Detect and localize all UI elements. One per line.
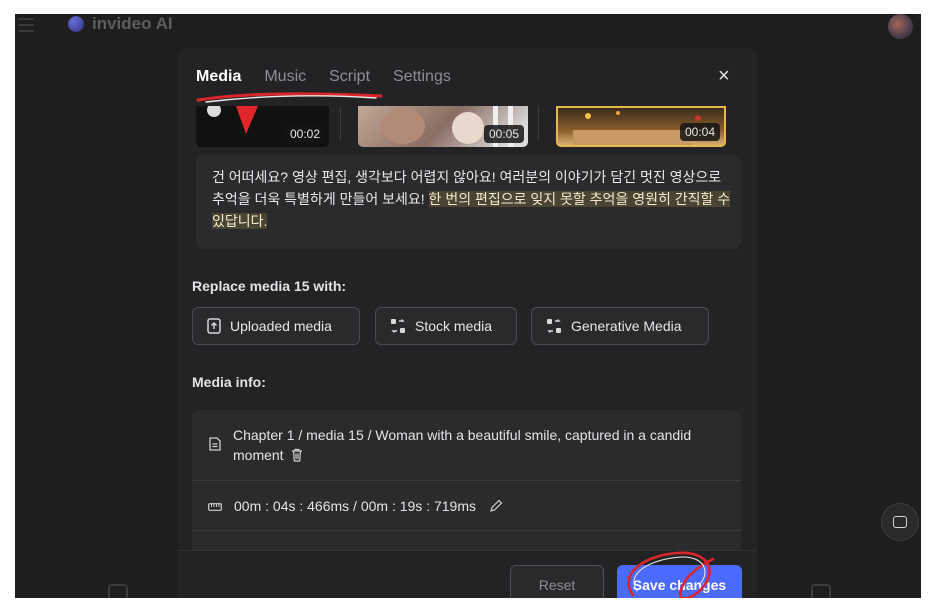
thumbnail-divider [340,106,341,141]
trash-icon[interactable] [291,448,303,462]
tab-settings[interactable]: Settings [393,68,451,86]
media-thumbnail-selected[interactable]: 00:04 [556,106,726,147]
duration-badge: 00:04 [679,123,720,141]
generative-media-label: Generative Media [571,318,682,334]
media-timing: 00m : 04s : 466ms / 00m : 19s : 719ms [234,496,503,516]
swap-icon [391,319,405,333]
stock-media-button[interactable]: Stock media [375,307,517,345]
reset-button[interactable]: Reset [510,565,604,598]
invideo-logo-icon [68,16,84,32]
brand-name: invideo AI [92,14,173,33]
info-divider [192,530,741,531]
avatar[interactable] [888,14,913,39]
close-icon[interactable]: × [718,66,730,86]
uploaded-media-label: Uploaded media [230,318,332,334]
chat-button[interactable] [881,503,919,541]
replace-media-label: Replace media 15 with: [192,278,347,294]
app-window: invideo AI Media Music Script Settings ×… [15,14,921,598]
tab-music[interactable]: Music [264,68,306,86]
media-timing-text: 00m : 04s : 466ms / 00m : 19s : 719ms [234,498,476,514]
brand[interactable]: invideo AI [68,14,173,34]
uploaded-media-button[interactable]: Uploaded media [192,307,360,345]
script-panel[interactable]: 건 어떠세요? 영상 편집, 생각보다 어렵지 않아요! 여러분의 이야기가 담… [196,155,741,249]
modal-footer: Reset Save changes [178,550,757,598]
pencil-icon[interactable] [489,499,503,513]
menu-icon[interactable] [18,18,34,32]
edit-media-modal: Media Music Script Settings × 00:02 00:0… [178,48,757,598]
tab-media[interactable]: Media [196,68,241,86]
script-text: 건 어떠세요? 영상 편집, 생각보다 어렵지 않아요! 여러분의 이야기가 담… [212,166,732,232]
info-divider [192,480,741,481]
ruler-icon [208,503,222,511]
media-thumbnail[interactable]: 00:05 [358,106,528,147]
workspace-icon[interactable] [108,584,128,598]
chat-bubble-icon [893,516,907,528]
modal-tabs: Media Music Script Settings [196,68,451,86]
upload-icon [207,318,221,334]
media-strip: 00:02 00:05 00:04 [196,106,741,147]
swap-icon [547,319,561,333]
duration-badge: 00:02 [284,125,325,143]
media-info-label: Media info: [192,374,266,390]
media-thumbnail[interactable]: 00:02 [196,106,329,147]
generative-media-button[interactable]: Generative Media [531,307,709,345]
stock-media-label: Stock media [415,318,493,334]
tab-script[interactable]: Script [329,68,370,86]
media-description: Chapter 1 / media 15 / Woman with a beau… [233,425,728,465]
red-pen-circle [627,551,715,598]
chat-icon[interactable] [811,584,831,598]
duration-badge: 00:05 [483,125,524,143]
document-icon [209,437,221,451]
top-bar: invideo AI [15,14,921,39]
red-pen-underline [196,92,383,103]
thumbnail-divider [538,106,539,141]
